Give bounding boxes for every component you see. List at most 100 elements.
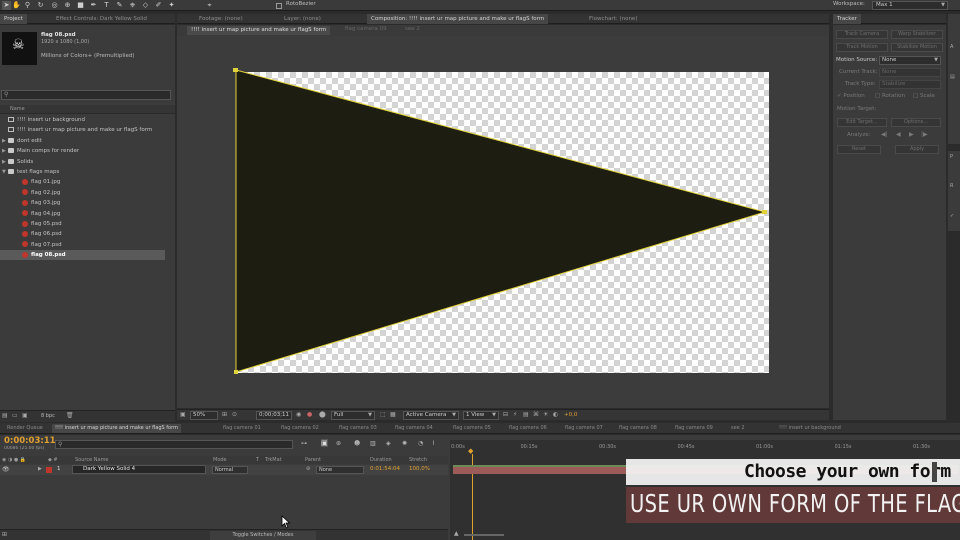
resolution-select[interactable]: Full ▼: [331, 411, 375, 420]
column-t[interactable]: T: [256, 457, 259, 463]
project-item[interactable]: flag 08.psd: [0, 250, 165, 261]
tab-project[interactable]: Project: [0, 14, 27, 24]
tab-timeline-comp[interactable]: !!!! insert ur map picture and make ur f…: [52, 424, 181, 433]
edit-target-button[interactable]: Edit Target...: [837, 118, 887, 127]
project-search-input[interactable]: ⚲: [1, 90, 171, 100]
project-item[interactable]: flag 05.psd: [0, 219, 165, 229]
project-item[interactable]: !!!! insert ur map picture and make ur f…: [0, 125, 165, 135]
options-button[interactable]: Options...: [891, 118, 941, 127]
region-of-interest-icon[interactable]: ⬚: [380, 411, 386, 418]
tab-timeline-comp[interactable]: flag camera 06: [506, 424, 550, 433]
layer-switches-icon[interactable]: ⊞: [2, 531, 7, 538]
exposure-reset-icon[interactable]: ☀: [543, 411, 548, 418]
column-source-name[interactable]: Source Name: [75, 457, 109, 463]
view-layout-select[interactable]: 1 View ▼: [463, 411, 499, 420]
pan-behind-tool-icon[interactable]: ⊕: [63, 1, 72, 10]
position-checkbox[interactable]: ✓ Position: [837, 93, 865, 99]
analyze-forward-icon[interactable]: ▶: [909, 131, 914, 138]
type-tool-icon[interactable]: T: [102, 1, 111, 10]
layer-row[interactable]: 👁 ▶ 1 Dark Yellow Solid 4 Normal ⊚ None …: [0, 465, 448, 475]
timeline-search-input[interactable]: ⚲: [55, 440, 293, 449]
color-icon[interactable]: ⬤: [319, 411, 326, 418]
comp-mini-flowchart-icon[interactable]: ⊶: [301, 440, 307, 447]
snap-icon[interactable]: ⌖: [205, 1, 214, 10]
column-mode[interactable]: Mode: [213, 457, 227, 463]
comp-subtab[interactable]: flag camera 09: [345, 26, 387, 32]
collapsed-panel[interactable]: P R ✓: [948, 151, 960, 231]
zoom-slider-track[interactable]: [464, 534, 504, 536]
pen-tool-icon[interactable]: ✒: [89, 1, 98, 10]
flowchart-icon[interactable]: ⌘: [533, 411, 539, 418]
eye-icon[interactable]: 👁: [2, 466, 10, 473]
track-motion-button[interactable]: Track Motion: [836, 43, 888, 52]
tab-timeline-comp[interactable]: flag camera 04: [392, 424, 436, 433]
timeline-timecode[interactable]: 0:00:03:11: [4, 436, 56, 446]
tab-timeline-comp[interactable]: flag camera 07: [562, 424, 606, 433]
timeline-icon[interactable]: ▤: [523, 411, 529, 418]
project-item[interactable]: ▶ Main comps for render: [0, 146, 165, 156]
apply-button[interactable]: Apply: [895, 145, 939, 154]
tab-timeline-comp[interactable]: !!!! insert ur background: [776, 424, 844, 433]
workspace-select[interactable]: Max 1 ▼: [872, 1, 948, 10]
hide-shy-layers-icon[interactable]: ☻: [354, 440, 360, 447]
project-item[interactable]: ▶ Solids: [0, 157, 165, 167]
always-preview-icon[interactable]: ▣: [180, 411, 186, 418]
live-update-icon[interactable]: ▣: [321, 439, 328, 447]
layer-name-field[interactable]: Dark Yellow Solid 4: [72, 465, 206, 474]
trash-icon[interactable]: 🗑: [66, 412, 74, 419]
column-stretch[interactable]: Stretch: [409, 457, 427, 463]
rotation-tool-icon[interactable]: ↻: [36, 1, 45, 10]
track-type-select[interactable]: Stabilize: [879, 80, 941, 89]
tab-render-queue[interactable]: Render Queue: [4, 424, 46, 433]
current-track-select[interactable]: None: [879, 68, 941, 77]
tab-timeline-comp[interactable]: flag camera 05: [450, 424, 494, 433]
project-item[interactable]: flag 03.jpg: [0, 198, 165, 208]
time-ruler[interactable]: 0:00s 00:15s 00:30s 00:45s 01:00s 01:15s 01:30…: [450, 440, 960, 456]
motion-blur-icon[interactable]: ◈: [386, 440, 391, 447]
project-item[interactable]: flag 02.jpg: [0, 188, 165, 198]
project-item[interactable]: flag 04.jpg: [0, 209, 165, 219]
project-item[interactable]: flag 07.psd: [0, 240, 165, 250]
column-parent[interactable]: Parent: [305, 457, 321, 463]
tab-timeline-comp[interactable]: see 2: [728, 424, 748, 433]
tab-timeline-comp[interactable]: flag camera 09: [672, 424, 716, 433]
camera-snapshot-icon[interactable]: ◉: [296, 411, 301, 418]
twirl-icon[interactable]: ▶: [38, 466, 42, 472]
interpret-footage-icon[interactable]: ▤: [2, 412, 8, 419]
analyze-forward-frame-icon[interactable]: |▶: [921, 131, 928, 138]
rotation-checkbox[interactable]: □ Rotation: [875, 93, 905, 99]
puppet-tool-icon[interactable]: ✦: [167, 1, 176, 10]
tab-footage[interactable]: Footage: (none): [195, 14, 247, 24]
collapsed-side-panel[interactable]: A ▤: [948, 14, 960, 144]
camera-select[interactable]: Active Camera ▼: [403, 411, 459, 420]
hand-tool-icon[interactable]: ✋: [12, 1, 21, 10]
brainstorm-icon[interactable]: ✺: [402, 440, 407, 447]
pickwhip-icon[interactable]: ⊚: [306, 466, 311, 472]
auto-keyframe-icon[interactable]: ◔: [418, 440, 423, 447]
project-item[interactable]: ▶ dont edit: [0, 136, 165, 146]
snapshot-icon[interactable]: ⊙: [232, 411, 237, 418]
tab-timeline-comp[interactable]: flag camera 02: [278, 424, 322, 433]
tab-timeline-comp[interactable]: flag camera 03: [336, 424, 380, 433]
viewer-timecode[interactable]: 0;00;03;11: [256, 411, 292, 420]
tab-timeline-comp[interactable]: flag camera 08: [616, 424, 660, 433]
analyze-back-icon[interactable]: ◀|: [881, 131, 888, 138]
layer-duration[interactable]: 0:01:54:04: [370, 466, 400, 472]
column-name[interactable]: Name: [10, 106, 25, 112]
rotobezier-checkbox[interactable]: [276, 3, 282, 9]
column-duration[interactable]: Duration: [370, 457, 392, 463]
layer-mode-select[interactable]: Normal: [212, 466, 248, 474]
zoom-tool-icon[interactable]: ⚲: [23, 1, 32, 10]
fast-previews-icon[interactable]: ⚡: [513, 411, 517, 418]
stabilize-motion-button[interactable]: Stabilize Motion: [891, 43, 943, 52]
tab-flowchart[interactable]: Flowchart: (none): [585, 14, 641, 24]
project-item[interactable]: flag 01.jpg: [0, 177, 165, 187]
mask-tool-icon[interactable]: ■: [76, 1, 85, 10]
tab-composition[interactable]: Composition: !!!! insert ur map picture …: [367, 14, 549, 24]
analyze-backward-icon[interactable]: ◀: [896, 131, 901, 138]
exposure-icon[interactable]: ◐: [553, 411, 558, 418]
draft-3d-icon[interactable]: ⊛: [336, 440, 341, 447]
toggle-pixel-aspect-icon[interactable]: ⊟: [503, 411, 508, 418]
selection-tool-icon[interactable]: ➤: [2, 1, 11, 10]
project-item[interactable]: !!!! insert ur background: [0, 115, 165, 125]
